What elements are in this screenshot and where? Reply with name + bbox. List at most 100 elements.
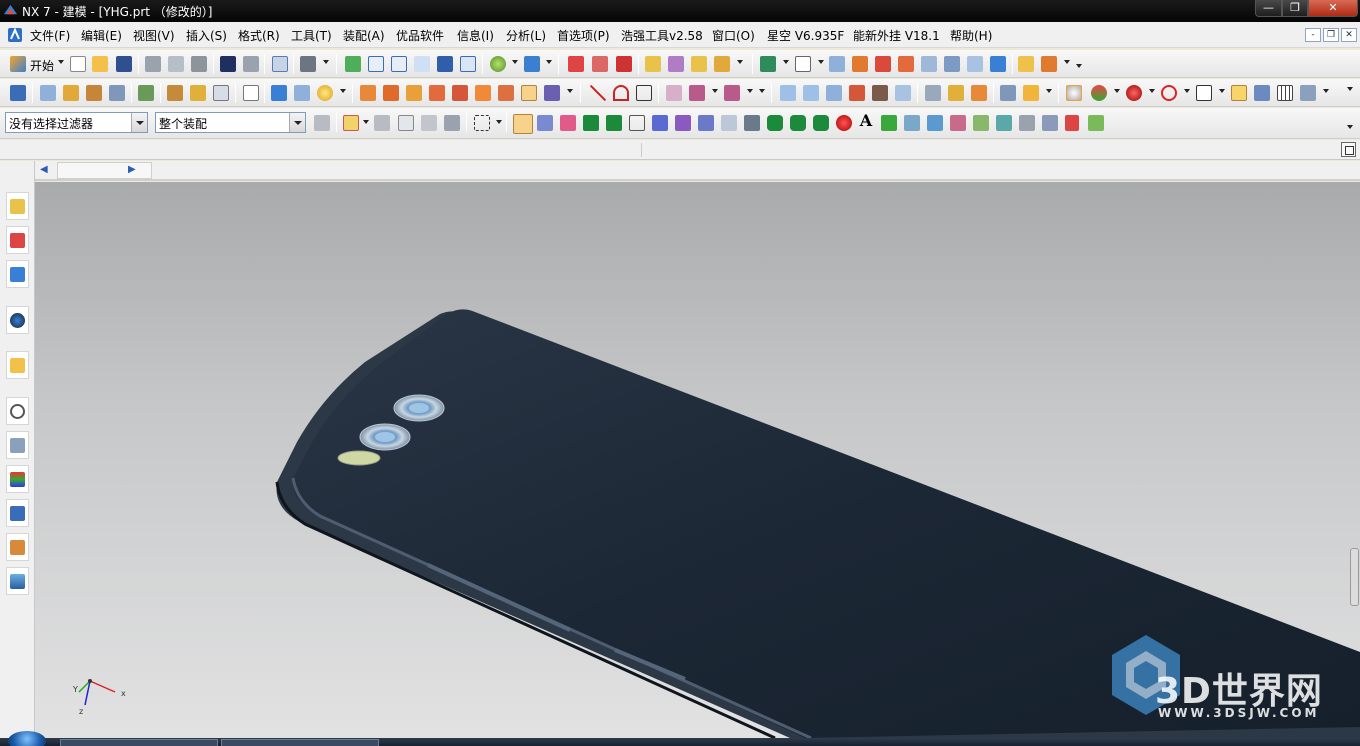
pattern-icon[interactable]	[498, 85, 514, 101]
thicken-icon[interactable]	[475, 85, 491, 101]
link-icon[interactable]	[881, 115, 897, 131]
offset-curve-icon[interactable]	[689, 85, 705, 101]
taskbar-button[interactable]	[60, 739, 218, 746]
dropdown-icon[interactable]	[1184, 89, 1190, 93]
orient-view-icon[interactable]	[524, 56, 540, 72]
dropdown-icon[interactable]	[1323, 89, 1329, 93]
assembly-scope-dropdown[interactable]: 整个装配	[155, 112, 306, 133]
selection-scope-icon[interactable]	[314, 115, 330, 131]
zoom-window-icon[interactable]	[391, 56, 407, 72]
dropdown-icon[interactable]	[747, 89, 753, 93]
start-icon[interactable]	[10, 56, 26, 72]
history-button[interactable]	[6, 397, 29, 425]
sketch-icon[interactable]	[795, 56, 811, 72]
snap-existing-point-icon[interactable]	[744, 115, 760, 131]
snap-intersection-icon[interactable]	[675, 115, 691, 131]
window-frame-icon[interactable]	[1196, 85, 1212, 101]
mdi-close-button[interactable]: ✕	[1341, 28, 1357, 42]
mirror-icon[interactable]	[544, 85, 560, 101]
resource-tab[interactable]	[57, 162, 152, 179]
chamfer-icon[interactable]	[1041, 56, 1057, 72]
toolbar-options-icon[interactable]	[1347, 87, 1353, 91]
people-icon[interactable]	[1300, 85, 1316, 101]
part-navigator-button[interactable]	[6, 260, 29, 288]
boolean-icon[interactable]	[875, 56, 891, 72]
through-curves-icon[interactable]	[780, 85, 796, 101]
subtract-icon[interactable]	[383, 85, 399, 101]
toolbar-options-icon[interactable]	[1076, 64, 1082, 68]
face-rule-icon[interactable]	[537, 115, 553, 131]
layer-settings-icon[interactable]	[973, 115, 989, 131]
grid-icon[interactable]	[1277, 85, 1293, 101]
sphere-icon[interactable]	[317, 85, 333, 101]
copy-icon[interactable]	[168, 56, 184, 72]
replace-face-icon[interactable]	[1023, 85, 1039, 101]
project-curve-icon[interactable]	[724, 85, 740, 101]
datum-plane-icon[interactable]	[40, 85, 56, 101]
cylinder-icon[interactable]	[294, 85, 310, 101]
menu-preferences[interactable]: 首选项(P)	[557, 27, 610, 44]
dropdown-icon[interactable]	[546, 60, 552, 64]
snap-endpoint-icon[interactable]	[583, 115, 599, 131]
boss-icon[interactable]	[921, 56, 937, 72]
curve-rule-icon[interactable]	[560, 115, 576, 131]
snap-icon[interactable]	[1231, 85, 1247, 101]
part-navigator-icon[interactable]	[10, 85, 26, 101]
hide-icon[interactable]	[1019, 115, 1035, 131]
menu-view[interactable]: 视图(V)	[133, 27, 175, 44]
system-scene-button[interactable]	[6, 567, 29, 595]
graphics-window[interactable]: x Y z	[35, 182, 1360, 738]
menu-help[interactable]: 帮助(H)	[950, 27, 992, 44]
datum-axis-icon[interactable]	[63, 85, 79, 101]
move-face-icon[interactable]	[1000, 85, 1016, 101]
constraint-navigator-button[interactable]	[6, 226, 29, 254]
snap-grid-icon[interactable]	[629, 115, 645, 131]
snap-bounded-grid-icon[interactable]	[813, 115, 829, 131]
menu-xingkong[interactable]: 星空 V6.935F	[767, 27, 844, 44]
dropdown-icon[interactable]	[567, 89, 573, 93]
menu-nengxin[interactable]: 能新外挂 V18.1	[853, 27, 940, 44]
snap-center-icon[interactable]	[698, 115, 714, 131]
assembly-navigator-icon[interactable]	[760, 56, 776, 72]
measure-body-icon[interactable]	[691, 56, 707, 72]
nx-menu-icon[interactable]	[7, 27, 23, 43]
pan-icon[interactable]	[460, 56, 476, 72]
copy-layer-icon[interactable]	[950, 115, 966, 131]
zoom-icon[interactable]	[414, 56, 430, 72]
taskbar-button[interactable]	[221, 739, 379, 746]
viewport-scroll-handle[interactable]	[1350, 548, 1359, 606]
n-sided-surface-icon[interactable]	[849, 85, 865, 101]
draft-icon[interactable]	[452, 85, 468, 101]
select-feature-icon[interactable]	[421, 115, 437, 131]
general-selection-icon[interactable]	[343, 115, 359, 131]
intersect-icon[interactable]	[406, 85, 422, 101]
assembly-navigator-button[interactable]	[6, 192, 29, 220]
toolbar-options-icon[interactable]	[1347, 125, 1353, 129]
datum-csys-icon[interactable]	[86, 85, 102, 101]
menu-window[interactable]: 窗口(O)	[712, 27, 755, 44]
dropdown-icon[interactable]	[1046, 89, 1052, 93]
dropdown-icon[interactable]	[783, 60, 789, 64]
command-finder-icon[interactable]	[300, 56, 316, 72]
stop-icon[interactable]	[836, 115, 852, 131]
no-symbol-icon[interactable]	[1161, 85, 1177, 101]
offset-face-icon[interactable]	[213, 85, 229, 101]
point-icon[interactable]	[109, 85, 125, 101]
new-file-icon[interactable]	[70, 56, 86, 72]
select-body-icon[interactable]	[398, 115, 414, 131]
edge-blend-icon[interactable]	[1018, 56, 1034, 72]
restore-button[interactable]: ❐	[1282, 0, 1308, 17]
curve-analysis-icon[interactable]	[714, 56, 730, 72]
snap-point-on-face-icon[interactable]	[790, 115, 806, 131]
reuse-library-button[interactable]	[6, 306, 29, 334]
unite-icon[interactable]	[360, 85, 376, 101]
manufacturing-wizards-button[interactable]	[6, 499, 29, 527]
hole-icon[interactable]	[898, 56, 914, 72]
view-manager-icon[interactable]	[138, 85, 154, 101]
visible-layers-icon[interactable]	[996, 115, 1012, 131]
select-component-icon[interactable]	[444, 115, 460, 131]
sew-icon[interactable]	[872, 85, 888, 101]
wcs-rotate-icon[interactable]	[592, 56, 608, 72]
menu-assembly[interactable]: 装配(A)	[343, 27, 385, 44]
extrude-icon[interactable]	[829, 56, 845, 72]
